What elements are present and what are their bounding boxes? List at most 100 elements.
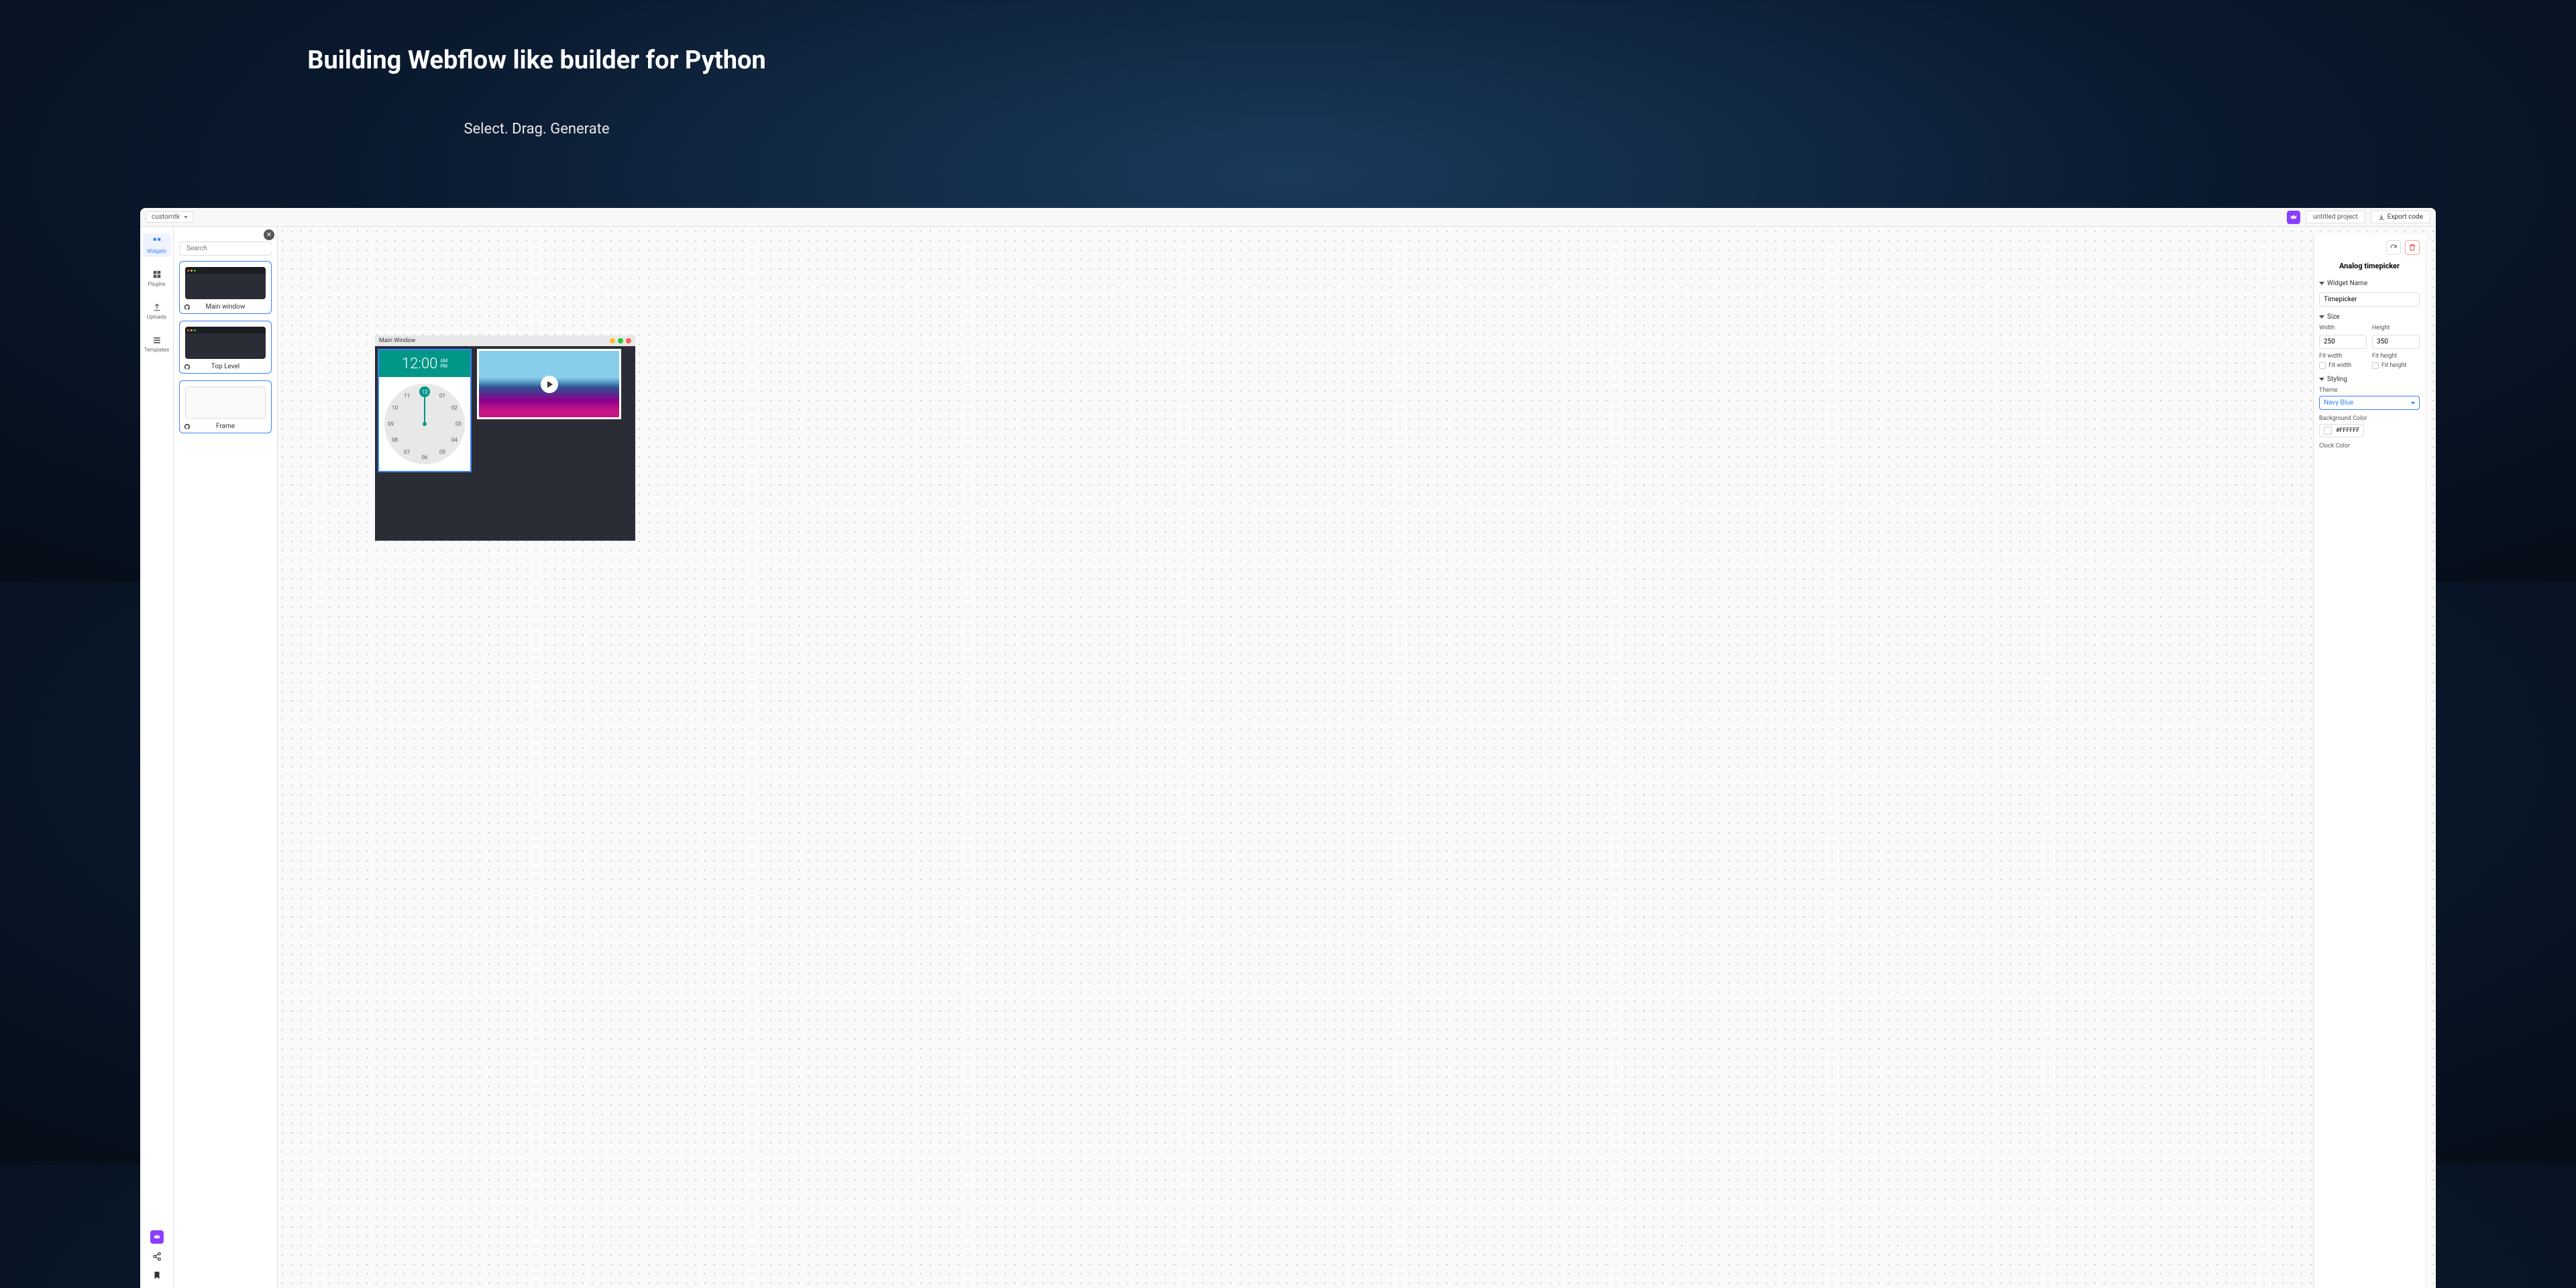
hero-title: Building Webflow like builder for Python (0, 46, 1073, 75)
widget-card-label: Main window (185, 303, 266, 311)
fit-height-label: Fit height (2372, 353, 2420, 360)
clock-hour-9[interactable]: 09 (388, 421, 394, 427)
bookmark-button[interactable] (151, 1269, 163, 1281)
widgets-icon (152, 236, 162, 247)
clock-hour-11[interactable]: 11 (404, 393, 410, 399)
search-box[interactable] (179, 241, 272, 256)
clock-hour-6[interactable]: 06 (422, 455, 428, 461)
width-input[interactable] (2319, 335, 2367, 349)
clock-hour-2[interactable]: 02 (451, 405, 458, 411)
share-icon (152, 1252, 162, 1261)
delete-button[interactable] (2405, 240, 2420, 255)
height-input[interactable] (2372, 335, 2420, 349)
close-icon: ✕ (266, 231, 272, 239)
maximize-icon (618, 338, 623, 343)
rail-label: Plugins (148, 281, 165, 287)
clock-hour-10[interactable]: 10 (392, 405, 398, 411)
height-label: Height (2372, 325, 2420, 331)
play-button[interactable] (541, 376, 558, 393)
refresh-icon (2390, 244, 2398, 252)
traffic-lights (610, 338, 631, 343)
clock-hour-7[interactable]: 07 (404, 449, 410, 455)
rail-plugins[interactable]: Plugins (143, 266, 171, 290)
section-styling: Styling Theme Navy Blue Background Color… (2319, 376, 2420, 449)
am-label[interactable]: AM (440, 358, 447, 364)
theme-label: Theme (2319, 387, 2420, 394)
clock-hour-5[interactable]: 05 (439, 449, 445, 455)
bg-color-label: Background Color (2319, 415, 2420, 422)
clock-color-label: Clock Color (2319, 443, 2420, 449)
clock-hour-1[interactable]: 01 (439, 393, 445, 399)
rail-label: Uploads (147, 314, 166, 320)
rail-widgets[interactable]: Widgets (143, 233, 171, 257)
close-icon (626, 338, 631, 343)
minimize-icon (610, 338, 615, 343)
chevron-down-icon (2319, 378, 2324, 381)
widget-preview (185, 386, 266, 419)
section-toggle[interactable]: Size (2319, 313, 2420, 321)
search-input[interactable] (186, 245, 276, 252)
canvas[interactable]: Main Window 12:00 AM PM (278, 227, 2436, 1288)
widget-card-label: Top Level (185, 363, 266, 370)
play-icon (547, 381, 553, 388)
trash-icon (2408, 244, 2416, 252)
section-widget-name: Widget Name (2319, 280, 2420, 307)
framework-select[interactable]: customtk (146, 211, 194, 223)
video-widget[interactable] (477, 349, 621, 419)
github-icon (184, 364, 191, 370)
rail-templates[interactable]: Templates (143, 332, 171, 356)
bookmark-icon (152, 1271, 162, 1280)
chevron-down-icon (2319, 315, 2324, 319)
section-toggle[interactable]: Widget Name (2319, 280, 2420, 287)
clock-face[interactable]: 12 03 06 09 01 02 04 05 07 08 10 11 (384, 384, 465, 464)
share-button[interactable] (151, 1250, 163, 1263)
pm-label[interactable]: PM (440, 364, 447, 369)
github-icon (184, 304, 191, 311)
widget-card-top-level[interactable]: Top Level (179, 321, 272, 374)
export-code-button[interactable]: Export code (2371, 211, 2430, 223)
clock-hour-8[interactable]: 08 (392, 437, 398, 443)
premium-button[interactable] (150, 1230, 164, 1244)
theme-select[interactable]: Navy Blue (2319, 396, 2420, 410)
refresh-button[interactable] (2386, 240, 2401, 255)
rail-label: Templates (144, 347, 169, 353)
bg-color-input[interactable]: #FFFFFF (2319, 424, 2364, 437)
clock-hour-3[interactable]: 03 (455, 421, 462, 427)
framework-select-value: customtk (152, 213, 180, 221)
download-icon (2378, 214, 2385, 221)
widgets-panel: ✕ Main window Top Level (174, 227, 278, 1288)
crown-icon (153, 1233, 161, 1241)
topbar: customtk untitled project Export code (140, 208, 2436, 227)
app-window: customtk untitled project Export code Wi… (140, 208, 2436, 1288)
color-swatch (2324, 427, 2332, 435)
window-titlebar[interactable]: Main Window (375, 335, 635, 346)
canvas-main-window[interactable]: Main Window 12:00 AM PM (375, 335, 635, 541)
fit-width-label: Fit width (2319, 353, 2367, 360)
uploads-icon (152, 302, 162, 313)
widget-card-frame[interactable]: Frame (179, 380, 272, 433)
widget-card-label: Frame (185, 423, 266, 430)
time-display: 12:00 (402, 356, 437, 372)
properties-panel: Analog timepicker Widget Name Size Width… (2313, 235, 2425, 1288)
clock-center (423, 422, 427, 426)
main-area: Widgets Plugins Uploads Templates ✕ (140, 227, 2436, 1288)
clock-hour-4[interactable]: 04 (451, 437, 458, 443)
widget-preview (185, 327, 266, 359)
clock-hand (424, 394, 425, 424)
rail-uploads[interactable]: Uploads (143, 299, 171, 323)
widget-card-main-window[interactable]: Main window (179, 261, 272, 314)
chevron-down-icon (2319, 282, 2324, 285)
widget-preview (185, 267, 266, 299)
crown-icon (2290, 213, 2298, 221)
left-rail: Widgets Plugins Uploads Templates (140, 227, 174, 1288)
panel-close-button[interactable]: ✕ (264, 229, 274, 240)
timepicker-widget[interactable]: 12:00 AM PM 12 03 06 09 01 (378, 349, 472, 472)
width-label: Width (2319, 325, 2367, 331)
section-toggle[interactable]: Styling (2319, 376, 2420, 383)
project-name[interactable]: untitled project (2306, 211, 2365, 223)
widget-name-input[interactable] (2319, 292, 2420, 307)
premium-badge[interactable] (2287, 211, 2300, 224)
fit-height-checkbox[interactable] (2372, 362, 2379, 369)
fit-width-checkbox[interactable] (2319, 362, 2326, 369)
hero-subtitle: Select. Drag. Generate (0, 121, 1073, 138)
